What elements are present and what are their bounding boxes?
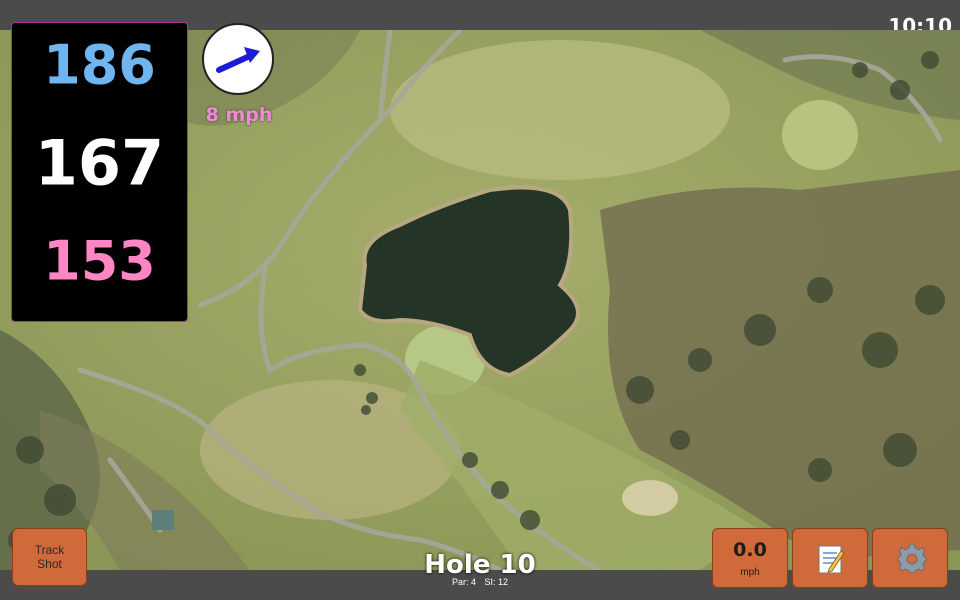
swing-speed-value: 0.0 <box>733 539 767 561</box>
stroke-index-label: SI: 12 <box>484 577 509 587</box>
notepad-icon <box>818 545 845 574</box>
wind-speed-label: 8 mph <box>205 104 273 126</box>
track-shot-label-line1: Track <box>34 543 65 557</box>
swing-speed-unit: mph <box>740 567 760 578</box>
hole-info: Par: 4 SI: 12 <box>380 577 580 587</box>
settings-button[interactable] <box>872 528 948 588</box>
front-distance: 153 <box>43 229 156 293</box>
track-shot-label-line2: Shot <box>37 557 62 571</box>
par-label: Par: 4 <box>451 577 476 587</box>
wind-arrow-icon <box>216 47 260 73</box>
hole-title: Hole 10 <box>424 550 536 580</box>
distance-panel: 186 167 153 <box>11 22 188 322</box>
back-distance: 186 <box>43 33 156 97</box>
gear-icon <box>897 543 927 573</box>
notes-button[interactable] <box>792 528 868 588</box>
middle-distance: 167 <box>34 126 165 200</box>
swing-speed-button[interactable]: 0.0 mph <box>712 528 788 588</box>
track-shot-button[interactable]: Track Shot <box>12 528 87 586</box>
wind-indicator <box>202 23 274 95</box>
